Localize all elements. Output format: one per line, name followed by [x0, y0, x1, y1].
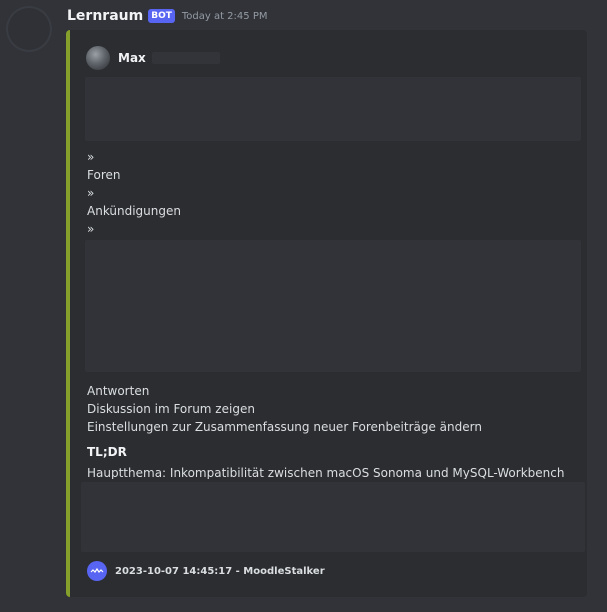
bot-username[interactable]: Lernraum [67, 8, 143, 24]
digest-settings-link[interactable]: Einstellungen zur Zusammenfassung neuer … [87, 418, 482, 436]
breadcrumb-separator: » [87, 150, 95, 164]
reply-link[interactable]: Antworten [87, 382, 149, 400]
bot-avatar[interactable] [6, 6, 52, 52]
embed-card: Max » Foren » Ankündigungen » Antworten … [66, 30, 587, 597]
author-avatar [86, 46, 110, 70]
message-timestamp[interactable]: Today at 2:45 PM [182, 11, 268, 22]
show-discussion-link[interactable]: Diskussion im Forum zeigen [87, 400, 255, 418]
author-name: Max [118, 51, 146, 65]
breadcrumb-forums-link[interactable]: Foren [87, 166, 120, 184]
bot-badge: BOT [148, 9, 175, 23]
message-header: Lernraum BOT Today at 2:45 PM [67, 8, 267, 24]
footer-text: 2023-10-07 14:45:17 - MoodleStalker [115, 565, 325, 577]
moodle-stalker-icon [87, 561, 107, 581]
breadcrumb-separator: » [87, 222, 95, 236]
tldr-heading: TL;DR [87, 445, 127, 459]
breadcrumb-announcements-link[interactable]: Ankündigungen [87, 202, 181, 220]
breadcrumb-separator: » [87, 186, 95, 200]
embed-footer: 2023-10-07 14:45:17 - MoodleStalker [87, 561, 325, 581]
embed-content-block [85, 240, 581, 372]
chat-message: Lernraum BOT Today at 2:45 PM Max » Fore… [0, 0, 607, 612]
embed-content-block [85, 77, 581, 141]
summary-text: Hauptthema: Inkompatibilität zwischen ma… [87, 466, 565, 479]
author-redacted-block [151, 52, 220, 64]
embed-author: Max [86, 46, 220, 70]
embed-content-block [81, 482, 585, 552]
